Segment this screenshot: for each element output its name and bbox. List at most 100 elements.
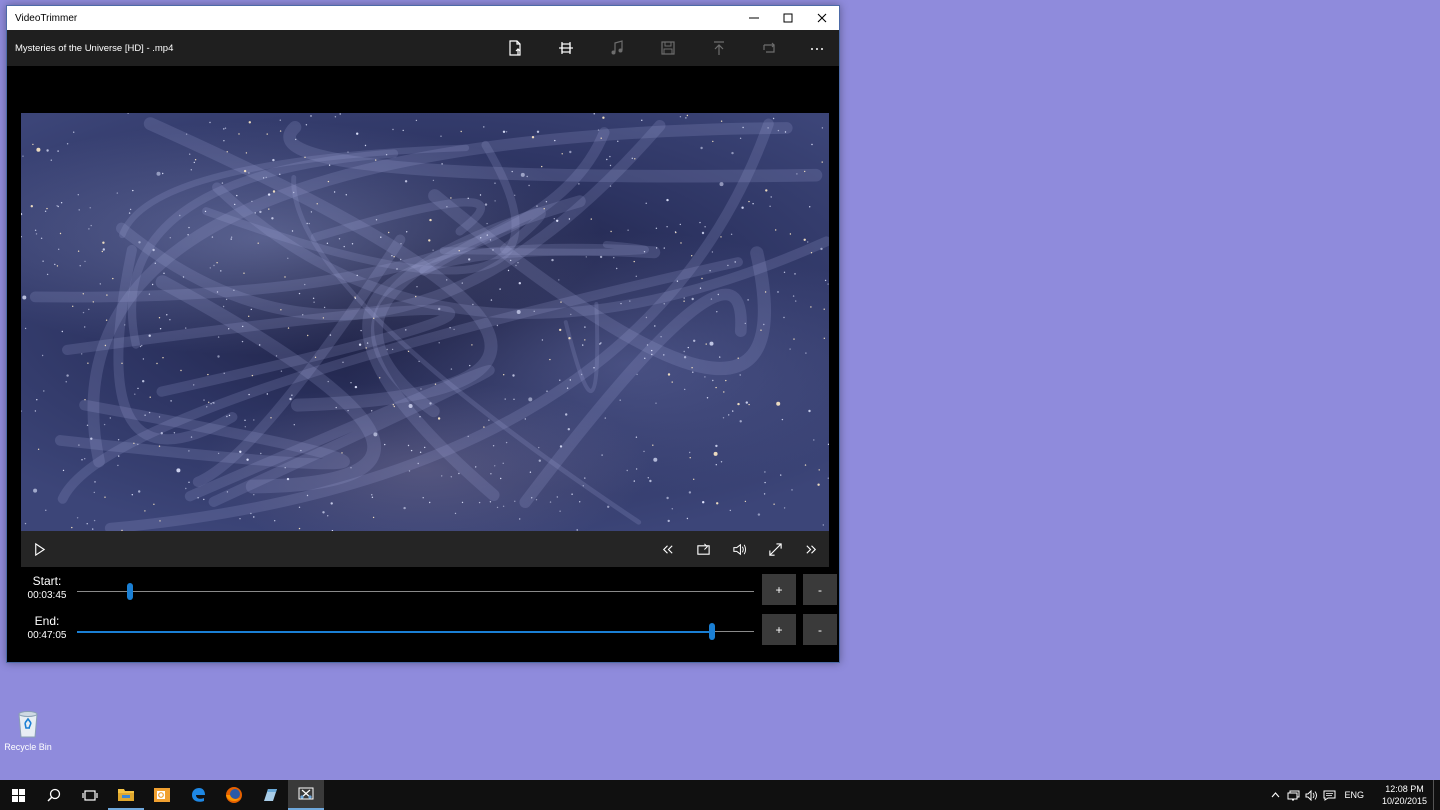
- title-bar[interactable]: VideoTrimmer: [7, 6, 839, 30]
- star: [585, 256, 587, 258]
- star: [504, 398, 506, 400]
- end-slider-thumb[interactable]: [709, 623, 716, 640]
- firefox-button[interactable]: [216, 780, 252, 810]
- star: [636, 373, 638, 376]
- star: [729, 509, 731, 512]
- star: [360, 329, 362, 332]
- star: [78, 209, 80, 211]
- star: [302, 314, 304, 316]
- star: [142, 358, 145, 360]
- star: [468, 258, 471, 261]
- cast-button[interactable]: [685, 531, 721, 567]
- star: [225, 298, 228, 301]
- star: [486, 234, 488, 236]
- star: [327, 515, 329, 517]
- star: [223, 128, 225, 130]
- start-minus-button[interactable]: -: [803, 574, 837, 605]
- show-desktop-button[interactable]: [1433, 780, 1440, 810]
- star: [483, 126, 485, 128]
- close-button[interactable]: [805, 6, 839, 30]
- volume-button[interactable]: [721, 531, 757, 567]
- language-indicator[interactable]: ENG: [1344, 790, 1364, 800]
- star: [480, 237, 482, 239]
- star: [170, 400, 172, 402]
- star: [764, 471, 766, 473]
- upload-button[interactable]: [693, 30, 744, 66]
- end-plus-button[interactable]: +: [762, 614, 796, 645]
- more-button[interactable]: [795, 30, 839, 66]
- minimize-button[interactable]: [737, 6, 771, 30]
- star: [188, 481, 190, 483]
- star: [693, 339, 696, 342]
- edge-button[interactable]: [180, 780, 216, 810]
- star: [502, 462, 504, 464]
- task-view-button[interactable]: [72, 780, 108, 810]
- loop-button[interactable]: [744, 30, 795, 66]
- scissors-icon: [298, 787, 314, 800]
- star: [280, 309, 282, 311]
- star: [429, 501, 431, 504]
- outlook-button[interactable]: [144, 780, 180, 810]
- start-slider-thumb[interactable]: [127, 583, 134, 600]
- trim-button[interactable]: [540, 30, 591, 66]
- rewind-button[interactable]: [649, 531, 685, 567]
- star: [600, 137, 602, 139]
- video-frame[interactable]: [21, 113, 829, 531]
- star: [60, 202, 63, 204]
- star: [182, 276, 185, 278]
- star: [633, 260, 635, 263]
- music-button[interactable]: [591, 30, 642, 66]
- loop-icon: [762, 42, 775, 53]
- star: [62, 469, 65, 472]
- window-title: VideoTrimmer: [15, 12, 78, 24]
- start-button[interactable]: [0, 780, 36, 810]
- star: [584, 477, 586, 479]
- recycle-bin[interactable]: Recycle Bin: [4, 706, 52, 752]
- star: [46, 207, 48, 210]
- network-tray-button[interactable]: [1284, 780, 1302, 810]
- save-button[interactable]: [642, 30, 693, 66]
- star: [404, 180, 408, 183]
- star: [533, 310, 535, 312]
- start-plus-button[interactable]: +: [762, 574, 796, 605]
- star: [267, 193, 271, 196]
- star: [645, 316, 648, 319]
- clock[interactable]: 12:08 PM 10/20/2015: [1382, 783, 1427, 807]
- fast-forward-button[interactable]: [793, 531, 829, 567]
- end-slider[interactable]: [77, 623, 754, 640]
- star: [722, 417, 725, 419]
- search-button[interactable]: [36, 780, 72, 810]
- star: [73, 131, 75, 133]
- show-hidden-icons-button[interactable]: [1266, 780, 1284, 810]
- star: [148, 411, 151, 414]
- star: [599, 255, 603, 259]
- fullscreen-button[interactable]: [757, 531, 793, 567]
- star: [358, 343, 362, 346]
- star: [546, 390, 548, 392]
- star: [822, 524, 824, 526]
- star: [526, 175, 528, 178]
- star: [809, 206, 811, 208]
- star: [424, 446, 426, 449]
- play-button[interactable]: [21, 531, 57, 567]
- start-slider[interactable]: [77, 583, 754, 600]
- paint-app-button[interactable]: [252, 780, 288, 810]
- star: [159, 520, 161, 522]
- star: [151, 283, 154, 286]
- videotrimmer-taskbar-button[interactable]: [288, 780, 324, 810]
- file-explorer-button[interactable]: [108, 780, 144, 810]
- volume-tray-button[interactable]: [1302, 780, 1320, 810]
- star: [86, 523, 88, 525]
- maximize-button[interactable]: [771, 6, 805, 30]
- open-file-button[interactable]: [489, 30, 540, 66]
- star: [725, 379, 727, 382]
- action-center-button[interactable]: [1320, 780, 1338, 810]
- star: [748, 403, 750, 406]
- star: [709, 341, 714, 346]
- end-minus-button[interactable]: -: [803, 614, 837, 645]
- star: [513, 398, 515, 400]
- star: [479, 194, 482, 196]
- star: [400, 258, 402, 261]
- star: [713, 451, 718, 456]
- star: [280, 370, 283, 372]
